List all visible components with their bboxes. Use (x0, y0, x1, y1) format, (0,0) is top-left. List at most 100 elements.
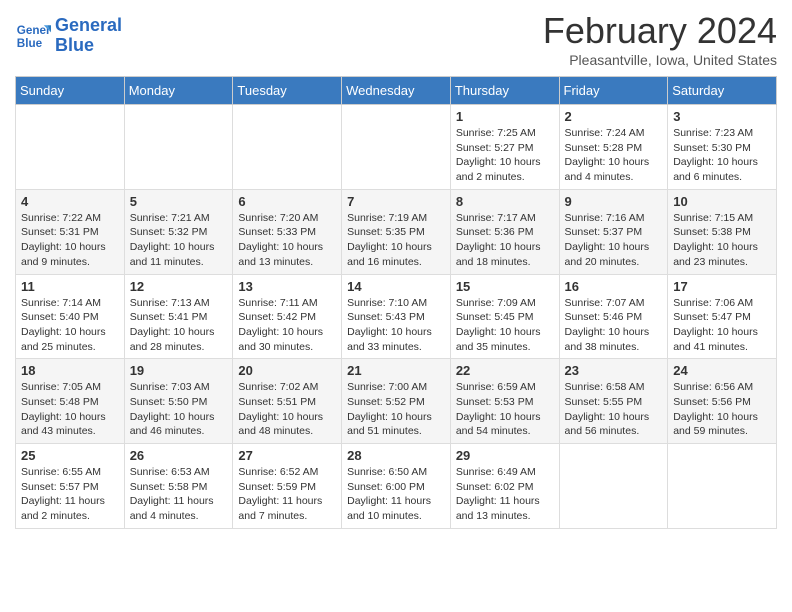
day-info: Sunrise: 7:22 AM Sunset: 5:31 PM Dayligh… (21, 211, 119, 270)
page-header: General Blue General Blue February 2024 … (15, 10, 777, 68)
calendar-cell: 25 Sunrise: 6:55 AM Sunset: 5:57 PM Dayli… (16, 444, 125, 529)
day-number: 16 (565, 279, 663, 294)
day-info: Sunrise: 7:07 AM Sunset: 5:46 PM Dayligh… (565, 296, 663, 355)
day-info: Sunrise: 7:17 AM Sunset: 5:36 PM Dayligh… (456, 211, 554, 270)
day-info: Sunrise: 6:58 AM Sunset: 5:55 PM Dayligh… (565, 380, 663, 439)
day-number: 2 (565, 109, 663, 124)
day-info: Sunrise: 7:02 AM Sunset: 5:51 PM Dayligh… (238, 380, 336, 439)
calendar-cell: 14Sunrise: 7:10 AM Sunset: 5:43 PM Dayli… (342, 274, 451, 359)
calendar-cell: 20 Sunrise: 7:02 AM Sunset: 5:51 PM Dayli… (233, 359, 342, 444)
day-number: 11 (21, 279, 119, 294)
weekday-header-wednesday: Wednesday (342, 77, 451, 105)
weekday-header-thursday: Thursday (450, 77, 559, 105)
calendar-cell: 22 Sunrise: 6:59 AM Sunset: 5:53 PM Dayli… (450, 359, 559, 444)
weekday-header-tuesday: Tuesday (233, 77, 342, 105)
day-number: 7 (347, 194, 445, 209)
calendar-week-1: 1 Sunrise: 7:25 AM Sunset: 5:27 PM Daylig… (16, 105, 777, 190)
day-info: Sunrise: 6:49 AM Sunset: 6:02 PM Dayligh… (456, 465, 554, 524)
day-info: Sunrise: 6:55 AM Sunset: 5:57 PM Dayligh… (21, 465, 119, 524)
title-block: February 2024 Pleasantville, Iowa, Unite… (543, 10, 777, 68)
day-number: 6 (238, 194, 336, 209)
day-number: 18 (21, 363, 119, 378)
day-info: Sunrise: 7:05 AM Sunset: 5:48 PM Dayligh… (21, 380, 119, 439)
calendar-cell: 27 Sunrise: 6:52 AM Sunset: 5:59 PM Dayli… (233, 444, 342, 529)
day-number: 9 (565, 194, 663, 209)
day-number: 21 (347, 363, 445, 378)
month-title: February 2024 (543, 10, 777, 52)
day-number: 28 (347, 448, 445, 463)
day-number: 23 (565, 363, 663, 378)
day-info: Sunrise: 7:23 AM Sunset: 5:30 PM Dayligh… (673, 126, 771, 185)
day-info: Sunrise: 6:52 AM Sunset: 5:59 PM Dayligh… (238, 465, 336, 524)
day-number: 10 (673, 194, 771, 209)
day-number: 8 (456, 194, 554, 209)
calendar-header-row: SundayMondayTuesdayWednesdayThursdayFrid… (16, 77, 777, 105)
day-info: Sunrise: 7:20 AM Sunset: 5:33 PM Dayligh… (238, 211, 336, 270)
day-number: 17 (673, 279, 771, 294)
calendar-cell: 16 Sunrise: 7:07 AM Sunset: 5:46 PM Dayli… (559, 274, 668, 359)
calendar-cell: 17Sunrise: 7:06 AM Sunset: 5:47 PM Dayli… (668, 274, 777, 359)
calendar-cell: 29 Sunrise: 6:49 AM Sunset: 6:02 PM Dayli… (450, 444, 559, 529)
calendar-week-2: 4Sunrise: 7:22 AM Sunset: 5:31 PM Daylig… (16, 189, 777, 274)
logo-icon: General Blue (15, 18, 51, 54)
calendar-cell: 6 Sunrise: 7:20 AM Sunset: 5:33 PM Daylig… (233, 189, 342, 274)
logo: General Blue General Blue (15, 16, 122, 56)
day-info: Sunrise: 7:11 AM Sunset: 5:42 PM Dayligh… (238, 296, 336, 355)
day-number: 20 (238, 363, 336, 378)
weekday-header-friday: Friday (559, 77, 668, 105)
calendar-cell: 13 Sunrise: 7:11 AM Sunset: 5:42 PM Dayli… (233, 274, 342, 359)
day-number: 19 (130, 363, 228, 378)
weekday-header-monday: Monday (124, 77, 233, 105)
day-info: Sunrise: 7:15 AM Sunset: 5:38 PM Dayligh… (673, 211, 771, 270)
calendar-week-3: 11 Sunrise: 7:14 AM Sunset: 5:40 PM Dayli… (16, 274, 777, 359)
day-info: Sunrise: 7:13 AM Sunset: 5:41 PM Dayligh… (130, 296, 228, 355)
day-number: 27 (238, 448, 336, 463)
day-number: 5 (130, 194, 228, 209)
day-number: 15 (456, 279, 554, 294)
day-info: Sunrise: 6:53 AM Sunset: 5:58 PM Dayligh… (130, 465, 228, 524)
calendar-cell: 5 Sunrise: 7:21 AM Sunset: 5:32 PM Daylig… (124, 189, 233, 274)
day-info: Sunrise: 6:56 AM Sunset: 5:56 PM Dayligh… (673, 380, 771, 439)
logo-text: General Blue (55, 16, 122, 56)
day-number: 22 (456, 363, 554, 378)
day-info: Sunrise: 6:59 AM Sunset: 5:53 PM Dayligh… (456, 380, 554, 439)
calendar-week-4: 18 Sunrise: 7:05 AM Sunset: 5:48 PM Dayli… (16, 359, 777, 444)
calendar-cell: 21 Sunrise: 7:00 AM Sunset: 5:52 PM Dayli… (342, 359, 451, 444)
day-number: 25 (21, 448, 119, 463)
day-info: Sunrise: 7:24 AM Sunset: 5:28 PM Dayligh… (565, 126, 663, 185)
calendar-cell: 1 Sunrise: 7:25 AM Sunset: 5:27 PM Daylig… (450, 105, 559, 190)
day-info: Sunrise: 7:00 AM Sunset: 5:52 PM Dayligh… (347, 380, 445, 439)
calendar-cell (16, 105, 125, 190)
day-number: 13 (238, 279, 336, 294)
calendar-cell: 12 Sunrise: 7:13 AM Sunset: 5:41 PM Dayli… (124, 274, 233, 359)
calendar-cell: 24Sunrise: 6:56 AM Sunset: 5:56 PM Dayli… (668, 359, 777, 444)
calendar-cell: 3 Sunrise: 7:23 AM Sunset: 5:30 PM Daylig… (668, 105, 777, 190)
calendar-cell: 18 Sunrise: 7:05 AM Sunset: 5:48 PM Dayli… (16, 359, 125, 444)
calendar-cell: 7 Sunrise: 7:19 AM Sunset: 5:35 PM Daylig… (342, 189, 451, 274)
day-number: 29 (456, 448, 554, 463)
svg-text:Blue: Blue (17, 37, 43, 50)
calendar-cell: 10 Sunrise: 7:15 AM Sunset: 5:38 PM Dayli… (668, 189, 777, 274)
day-number: 1 (456, 109, 554, 124)
day-info: Sunrise: 6:50 AM Sunset: 6:00 PM Dayligh… (347, 465, 445, 524)
day-info: Sunrise: 7:25 AM Sunset: 5:27 PM Dayligh… (456, 126, 554, 185)
day-info: Sunrise: 7:10 AM Sunset: 5:43 PM Dayligh… (347, 296, 445, 355)
calendar-cell (233, 105, 342, 190)
calendar-week-5: 25 Sunrise: 6:55 AM Sunset: 5:57 PM Dayli… (16, 444, 777, 529)
day-number: 3 (673, 109, 771, 124)
calendar-cell (342, 105, 451, 190)
calendar-table: SundayMondayTuesdayWednesdayThursdayFrid… (15, 76, 777, 529)
day-info: Sunrise: 7:09 AM Sunset: 5:45 PM Dayligh… (456, 296, 554, 355)
day-info: Sunrise: 7:14 AM Sunset: 5:40 PM Dayligh… (21, 296, 119, 355)
calendar-cell (559, 444, 668, 529)
day-info: Sunrise: 7:03 AM Sunset: 5:50 PM Dayligh… (130, 380, 228, 439)
calendar-cell: 23 Sunrise: 6:58 AM Sunset: 5:55 PM Dayli… (559, 359, 668, 444)
day-info: Sunrise: 7:21 AM Sunset: 5:32 PM Dayligh… (130, 211, 228, 270)
day-number: 26 (130, 448, 228, 463)
calendar-cell (668, 444, 777, 529)
day-info: Sunrise: 7:19 AM Sunset: 5:35 PM Dayligh… (347, 211, 445, 270)
day-number: 12 (130, 279, 228, 294)
calendar-cell: 15 Sunrise: 7:09 AM Sunset: 5:45 PM Dayli… (450, 274, 559, 359)
calendar-cell: 19 Sunrise: 7:03 AM Sunset: 5:50 PM Dayli… (124, 359, 233, 444)
calendar-cell: 8 Sunrise: 7:17 AM Sunset: 5:36 PM Daylig… (450, 189, 559, 274)
